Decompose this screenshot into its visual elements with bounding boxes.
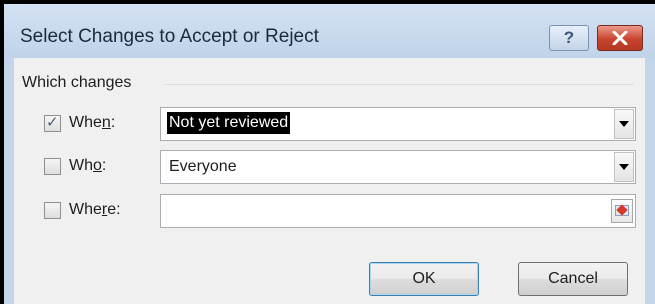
where-checkbox[interactable] bbox=[44, 202, 61, 219]
when-dropdown[interactable]: Not yet reviewed bbox=[160, 107, 636, 141]
help-button[interactable]: ? bbox=[549, 25, 589, 51]
who-dropdown[interactable]: Everyone bbox=[160, 150, 636, 184]
chevron-down-icon bbox=[619, 164, 629, 170]
range-select-button[interactable] bbox=[611, 199, 633, 223]
dialog-body: Which changes ✓ When: Not yet reviewed W… bbox=[14, 58, 645, 304]
who-dropdown-button[interactable] bbox=[614, 152, 634, 182]
ok-button[interactable]: OK bbox=[369, 262, 479, 296]
where-row: Where: bbox=[14, 194, 645, 228]
when-row: ✓ When: Not yet reviewed bbox=[14, 107, 645, 141]
title-bar[interactable]: Select Changes to Accept or Reject ? bbox=[4, 4, 655, 58]
when-label: When: bbox=[69, 114, 116, 131]
cancel-button[interactable]: Cancel bbox=[518, 262, 628, 296]
where-range-input[interactable] bbox=[160, 194, 636, 228]
dialog-title: Select Changes to Accept or Reject bbox=[20, 26, 319, 47]
who-row: Who: Everyone bbox=[14, 150, 645, 184]
close-icon bbox=[612, 31, 628, 45]
when-value: Not yet reviewed bbox=[167, 112, 291, 134]
group-divider bbox=[164, 84, 634, 85]
who-label: Who: bbox=[69, 157, 107, 174]
help-icon: ? bbox=[563, 28, 575, 47]
who-checkbox[interactable] bbox=[44, 158, 61, 175]
close-button[interactable] bbox=[597, 25, 643, 51]
when-dropdown-button[interactable] bbox=[614, 109, 634, 139]
where-label: Where: bbox=[69, 201, 121, 218]
which-changes-caption: Which changes bbox=[22, 74, 136, 92]
accept-reject-dialog: Select Changes to Accept or Reject ? Whi… bbox=[4, 4, 655, 304]
who-value: Everyone bbox=[169, 158, 237, 175]
chevron-down-icon bbox=[619, 121, 629, 127]
checkmark-icon: ✓ bbox=[46, 114, 59, 131]
when-checkbox[interactable]: ✓ bbox=[44, 114, 61, 132]
